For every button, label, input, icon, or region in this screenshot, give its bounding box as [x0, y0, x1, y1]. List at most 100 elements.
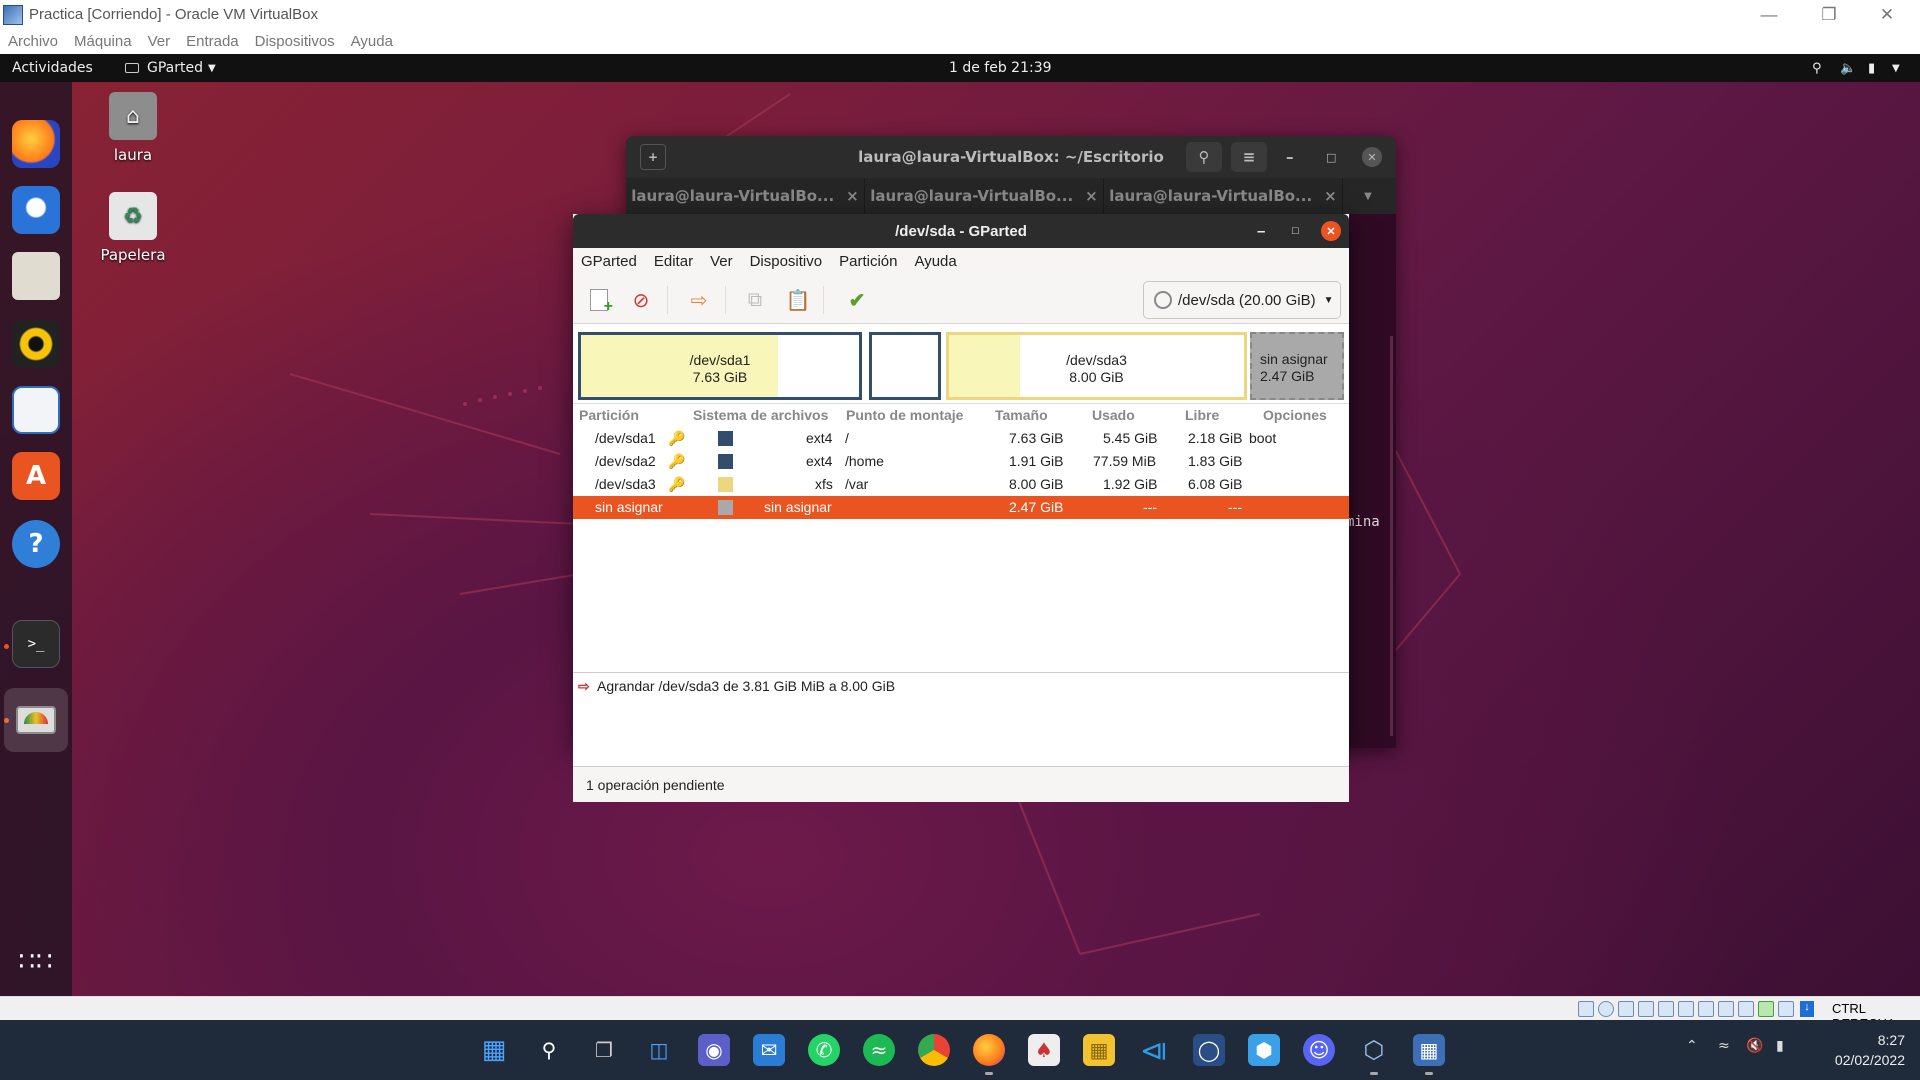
system-clock[interactable]: 8:27 02/02/2022	[1810, 1030, 1905, 1070]
firefox-icon[interactable]	[12, 120, 60, 168]
column-header[interactable]: Partición	[579, 407, 639, 423]
recording-status-icon[interactable]	[1718, 1001, 1734, 1017]
menu-ayuda[interactable]: Ayuda	[351, 33, 393, 50]
terminal-icon[interactable]: >_	[12, 620, 60, 668]
app-grid-icon[interactable]: ∷∷	[12, 938, 60, 986]
column-header[interactable]: Opciones	[1263, 407, 1327, 423]
table-row[interactable]: /dev/sda3 🔑 xfs /var 8.00 GiB 1.92 GiB 6…	[573, 473, 1349, 496]
chevron-up-icon[interactable]: ⌃	[1686, 1038, 1698, 1054]
pending-operation[interactable]: Agrandar /dev/sda3 de 3.81 GiB MiB a 8.0…	[597, 678, 895, 694]
terminal-tab[interactable]: laura@laura-VirtualBo... ×	[626, 178, 865, 214]
mail-icon[interactable]: ✉	[753, 1034, 785, 1066]
apply-icon[interactable]: ✔	[843, 286, 871, 314]
hdd-status-icon[interactable]	[1578, 1001, 1594, 1017]
help-icon[interactable]: ?	[12, 520, 60, 568]
audio-status-icon[interactable]	[1618, 1001, 1634, 1017]
minimize-icon[interactable]: –	[1286, 148, 1294, 166]
libreoffice-writer-icon[interactable]	[12, 386, 60, 434]
sandbox-icon[interactable]: ⬢	[1248, 1034, 1280, 1066]
table-row-selected[interactable]: sin asignar sin asignar 2.47 GiB --- ---	[573, 496, 1349, 519]
diskmap-unallocated[interactable]: sin asignar 2.47 GiB	[1250, 332, 1344, 400]
search-icon[interactable]: ⚲	[533, 1034, 565, 1066]
paste-icon[interactable]: 📋	[784, 286, 812, 314]
gparted-icon[interactable]	[4, 688, 68, 752]
network-status-icon[interactable]	[1638, 1001, 1654, 1017]
battery-icon[interactable]: ▮	[1868, 61, 1875, 76]
keyboard-capture-icon[interactable]	[1778, 1001, 1794, 1017]
battery-icon[interactable]: ▮	[1776, 1038, 1784, 1054]
clock[interactable]: 1 de feb 21:39	[949, 60, 1052, 76]
system-menu-chevron-icon[interactable]: ▼	[1892, 63, 1900, 74]
tabs-dropdown-icon[interactable]: ▼	[1343, 178, 1393, 214]
menu-dispositivos[interactable]: Dispositivos	[255, 33, 335, 50]
optical-status-icon[interactable]	[1598, 1001, 1614, 1017]
mouse-integration-icon[interactable]	[1758, 1001, 1774, 1017]
delete-icon[interactable]: ⊘	[627, 286, 655, 314]
column-header[interactable]: Libre	[1185, 407, 1219, 423]
diskmap-sda3[interactable]: /dev/sda3 8.00 GiB	[946, 332, 1247, 400]
desktop-home-folder[interactable]: ⌂ laura	[88, 92, 178, 164]
menu-ver[interactable]: Ver	[710, 253, 733, 270]
maximize-icon[interactable]: □	[1292, 225, 1299, 237]
terminal-tab[interactable]: laura@laura-VirtualBo... ×	[865, 178, 1104, 214]
app-icon[interactable]: ◯	[1193, 1034, 1225, 1066]
vt-status-icon[interactable]	[1738, 1001, 1754, 1017]
maximize-icon[interactable]: □	[1326, 151, 1336, 164]
column-header[interactable]: Tamaño	[995, 407, 1048, 423]
network-icon[interactable]: ⚲	[1812, 61, 1822, 76]
menu-particion[interactable]: Partición	[839, 253, 897, 270]
files-icon[interactable]	[12, 252, 60, 300]
wifi-icon[interactable]: ≈	[1718, 1038, 1730, 1054]
rhythmbox-icon[interactable]	[12, 320, 60, 368]
search-icon[interactable]: ⚲	[1186, 142, 1222, 172]
thunderbird-icon[interactable]	[12, 186, 60, 234]
table-row[interactable]: /dev/sda2 🔑 ext4 /home 1.91 GiB 77.59 Mi…	[573, 450, 1349, 473]
resize-move-icon[interactable]: ⇨	[685, 286, 713, 314]
menu-ver[interactable]: Ver	[148, 33, 171, 50]
menu-maquina[interactable]: Máquina	[74, 33, 132, 50]
shared-folders-icon[interactable]	[1678, 1001, 1694, 1017]
diskmap-sda2[interactable]	[869, 332, 941, 400]
copy-icon[interactable]: ⧉	[741, 286, 769, 314]
chrome-icon[interactable]	[918, 1034, 950, 1066]
menu-gparted[interactable]: GParted	[581, 253, 637, 270]
discord-icon[interactable]: ☺	[1303, 1034, 1335, 1066]
windows-start-icon[interactable]: ▦	[478, 1034, 510, 1066]
whatsapp-icon[interactable]: ✆	[808, 1034, 840, 1066]
menu-editar[interactable]: Editar	[654, 253, 693, 270]
terminal-scrollbar[interactable]	[1390, 336, 1393, 736]
menu-ayuda[interactable]: Ayuda	[914, 253, 956, 270]
spotify-icon[interactable]: ≈	[863, 1034, 895, 1066]
minimize-button[interactable]: —	[1740, 0, 1798, 29]
close-icon[interactable]: ✕	[1321, 221, 1341, 241]
new-partition-icon[interactable]: +	[585, 286, 613, 315]
arrow-down-icon[interactable]: ↓	[1800, 1001, 1814, 1017]
menu-dispositivo[interactable]: Dispositivo	[750, 253, 823, 270]
teams-chat-icon[interactable]: ◉	[698, 1034, 730, 1066]
volume-muted-icon[interactable]: 🔇	[1746, 1038, 1763, 1054]
usb-status-icon[interactable]	[1658, 1001, 1674, 1017]
firefox-icon[interactable]	[973, 1034, 1005, 1066]
app-menu[interactable]: GParted	[147, 60, 203, 76]
restore-button[interactable]: ❐	[1800, 0, 1858, 29]
close-icon[interactable]: ✕	[1362, 147, 1382, 167]
widgets-icon[interactable]: ◫	[643, 1034, 675, 1066]
display-status-icon[interactable]	[1698, 1001, 1714, 1017]
close-button[interactable]: ✕	[1858, 0, 1916, 29]
task-view-icon[interactable]: ❐	[588, 1034, 620, 1066]
volume-icon[interactable]: 🔈	[1840, 61, 1856, 76]
column-header[interactable]: Punto de montaje	[846, 407, 963, 423]
column-header[interactable]: Sistema de archivos	[693, 407, 828, 423]
table-row[interactable]: /dev/sda1 🔑 ext4 / 7.63 GiB 5.45 GiB 2.1…	[573, 427, 1349, 450]
minimize-icon[interactable]: –	[1257, 223, 1265, 240]
desktop-trash[interactable]: ♻ Papelera	[88, 192, 178, 264]
diskmap-sda1[interactable]: /dev/sda1 7.63 GiB	[578, 332, 862, 400]
hamburger-menu-icon[interactable]: ≡	[1231, 142, 1267, 172]
column-header[interactable]: Usado	[1092, 407, 1135, 423]
activities-button[interactable]: Actividades	[12, 60, 93, 76]
terminal-tab[interactable]: laura@laura-VirtualBo... ×	[1104, 178, 1343, 214]
menu-archivo[interactable]: Archivo	[8, 33, 58, 50]
virtualbox-vm-icon[interactable]: ▦	[1413, 1034, 1445, 1066]
software-icon[interactable]: A	[12, 452, 60, 500]
file-explorer-icon[interactable]: ▦	[1083, 1034, 1115, 1066]
